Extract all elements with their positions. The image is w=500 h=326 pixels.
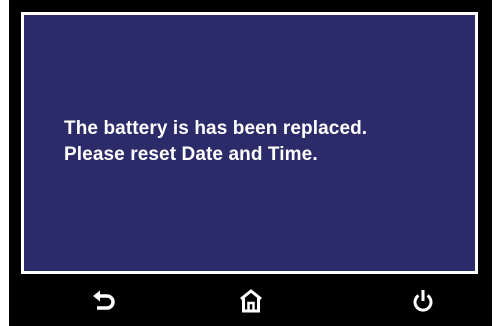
message-screen: The battery is has been replaced. Please…: [21, 12, 478, 274]
device-bezel: The battery is has been replaced. Please…: [9, 0, 492, 326]
back-arrow-icon: [92, 290, 116, 312]
power-button[interactable]: [393, 283, 453, 319]
home-icon: [239, 289, 263, 313]
message-line-2: Please reset Date and Time.: [64, 144, 318, 165]
bottom-nav-bar: [9, 283, 492, 326]
battery-message: The battery is has been replaced. Please…: [64, 116, 367, 168]
back-button[interactable]: [74, 283, 134, 319]
home-button[interactable]: [221, 283, 281, 319]
message-line-1: The battery is has been replaced.: [64, 118, 368, 139]
power-icon: [412, 289, 434, 313]
